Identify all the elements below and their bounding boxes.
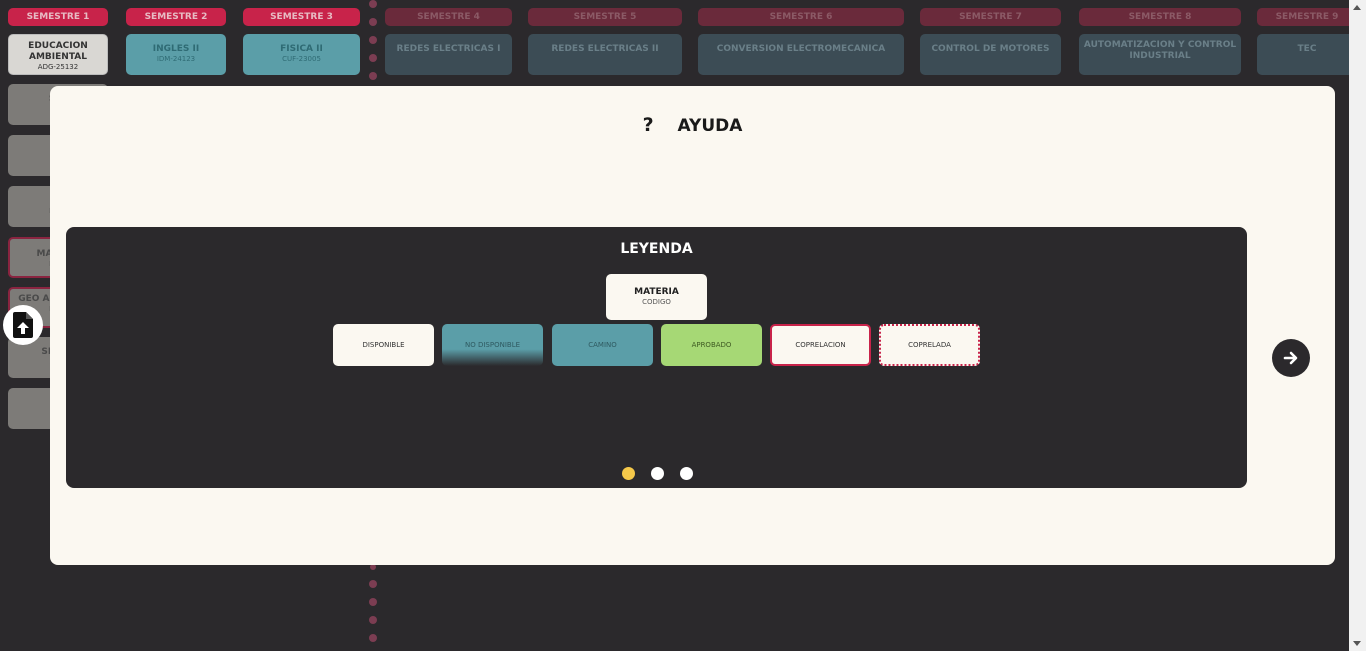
modal-title-text: AYUDA	[677, 116, 743, 136]
pager-dot-1[interactable]	[622, 467, 635, 480]
question-icon: ?	[642, 114, 654, 136]
legend-coprelacion: COPRELACION	[770, 324, 871, 366]
semester-header-3: SEMESTRE 3	[243, 8, 360, 26]
pager-dot-3[interactable]	[680, 467, 693, 480]
semester-header-6: SEMESTRE 6	[698, 8, 904, 26]
subject-card[interactable]: EDUCACION AMBIENTAL ADG-25132	[8, 34, 108, 75]
subject-card[interactable]: FISICA II CUF-23005	[243, 34, 360, 75]
scroll-up-arrow[interactable]	[1353, 5, 1361, 10]
legend-aprobado: APROBADO	[661, 324, 762, 366]
arrow-right-icon	[1283, 351, 1298, 365]
timeline-dots-top	[369, 0, 377, 90]
subject-card[interactable]: REDES ELECTRICAS II	[528, 34, 682, 75]
pager-dot-2[interactable]	[651, 467, 664, 480]
legend-materia-sample: MATERIA CODIGO	[606, 274, 707, 320]
modal-title: ? AYUDA	[50, 114, 1335, 136]
file-upload-icon	[13, 312, 33, 338]
materia-label: MATERIA	[634, 287, 679, 297]
legend-coprelada: COPRELADA	[879, 324, 980, 366]
subject-card[interactable]: AUTOMATIZACION Y CONTROL INDUSTRIAL	[1079, 34, 1241, 75]
scroll-down-arrow[interactable]	[1353, 641, 1361, 646]
vertical-scrollbar[interactable]	[1349, 0, 1366, 651]
subject-card[interactable]: INGLES II IDM-24123	[126, 34, 226, 75]
semester-header-7: SEMESTRE 7	[920, 8, 1061, 26]
slide-pager	[622, 467, 693, 480]
timeline-dots-bottom	[369, 564, 377, 651]
codigo-label: CODIGO	[642, 298, 671, 306]
semester-header-8: SEMESTRE 8	[1079, 8, 1241, 26]
semester-header-1: SEMESTRE 1	[8, 8, 108, 26]
slide-title: LEYENDA	[620, 241, 693, 257]
legend-no-disponible: NO DISPONIBLE	[442, 324, 543, 366]
legend-camino: CAMINO	[552, 324, 653, 366]
subject-card[interactable]: CONVERSION ELECTROMECANICA	[698, 34, 904, 75]
upload-file-button[interactable]	[3, 305, 43, 345]
subject-card[interactable]: TEC	[1257, 34, 1357, 75]
semester-header-2: SEMESTRE 2	[126, 8, 226, 26]
semester-header-9: SEMESTRE 9	[1257, 8, 1357, 26]
next-slide-button[interactable]	[1272, 339, 1310, 377]
subject-card[interactable]: CONTROL DE MOTORES	[920, 34, 1061, 75]
help-modal: ? AYUDA LEYENDA MATERIA CODIGO DISPONIBL…	[50, 86, 1335, 565]
semester-header-4: SEMESTRE 4	[385, 8, 512, 26]
subject-card[interactable]: REDES ELECTRICAS I	[385, 34, 512, 75]
legend-slide: LEYENDA MATERIA CODIGO DISPONIBLE NO DIS…	[66, 227, 1247, 488]
legend-disponible: DISPONIBLE	[333, 324, 434, 366]
semester-header-5: SEMESTRE 5	[528, 8, 682, 26]
